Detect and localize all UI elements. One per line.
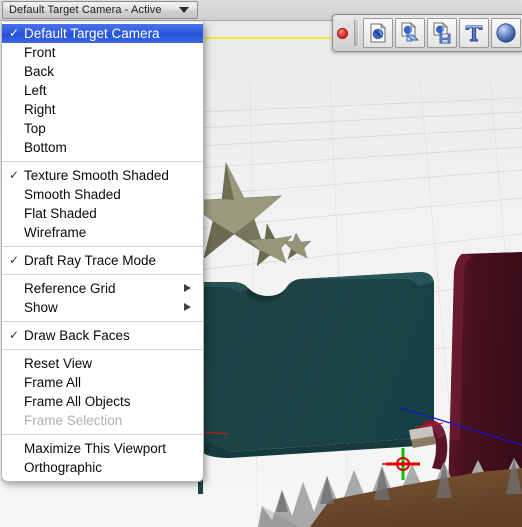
menu-separator <box>2 161 203 162</box>
text-tool-icon <box>465 25 483 42</box>
menu-item-label: Smooth Shaded <box>24 187 121 202</box>
menu-item-orthographic[interactable]: Orthographic <box>2 458 203 477</box>
menu-item-label: Show <box>24 300 58 315</box>
menu-item-label: Back <box>24 64 55 79</box>
submenu-arrow-icon <box>184 303 191 311</box>
floating-toolbar[interactable] <box>332 14 522 52</box>
new-document-button[interactable] <box>363 18 393 48</box>
application-window: Default Target Camera - Active ✓ Default… <box>0 0 522 527</box>
menu-item-label: Draft Ray Trace Mode <box>24 253 157 268</box>
menu-item-label: Right <box>24 102 56 117</box>
menu-item-front[interactable]: Front <box>2 43 203 62</box>
menu-item-smooth-shaded[interactable]: Smooth Shaded <box>2 185 203 204</box>
menu-item-right[interactable]: Right <box>2 100 203 119</box>
checkmark-icon: ✓ <box>8 26 20 40</box>
menu-item-label: Frame All <box>24 375 82 390</box>
menu-item-label: Wireframe <box>24 225 87 240</box>
menu-item-label: Maximize This Viewport <box>24 441 167 456</box>
sphere-primitive-icon <box>496 23 516 43</box>
menu-item-draft-ray-trace-mode[interactable]: ✓ Draft Ray Trace Mode <box>2 251 203 270</box>
menu-item-label: Bottom <box>24 140 67 155</box>
menu-item-label: Frame All Objects <box>24 394 131 409</box>
toolbar-drag-handle[interactable] <box>354 20 359 46</box>
menu-item-wireframe[interactable]: Wireframe <box>2 223 203 242</box>
viewport-camera-dropdown[interactable]: Default Target Camera - Active <box>2 1 198 19</box>
menu-separator <box>2 274 203 275</box>
save-document-icon <box>433 22 451 44</box>
open-document-icon <box>401 22 420 42</box>
checkmark-icon: ✓ <box>8 253 20 267</box>
new-document-icon <box>370 23 386 43</box>
save-document-button[interactable] <box>427 18 457 48</box>
menu-item-flat-shaded[interactable]: Flat Shaded <box>2 204 203 223</box>
menu-separator <box>2 349 203 350</box>
menu-item-frame-all-objects[interactable]: Frame All Objects <box>2 392 203 411</box>
menu-item-show[interactable]: Show <box>2 298 203 317</box>
menu-item-label: Reset View <box>24 356 93 371</box>
menu-item-label: Draw Back Faces <box>24 328 130 343</box>
menu-item-maximize-this-viewport[interactable]: Maximize This Viewport <box>2 439 203 458</box>
menu-item-draw-back-faces[interactable]: ✓ Draw Back Faces <box>2 326 203 345</box>
menu-item-label: Left <box>24 83 47 98</box>
menu-item-label: Frame Selection <box>24 413 123 428</box>
menu-item-texture-smooth-shaded[interactable]: ✓ Texture Smooth Shaded <box>2 166 203 185</box>
checkmark-icon: ✓ <box>8 168 20 182</box>
checkmark-icon: ✓ <box>8 328 20 342</box>
menu-separator <box>2 434 203 435</box>
teal-object <box>198 272 434 458</box>
menu-item-label: Front <box>24 45 56 60</box>
menu-item-label: Orthographic <box>24 460 103 475</box>
sphere-primitive-button[interactable] <box>491 18 521 48</box>
submenu-arrow-icon <box>184 284 191 292</box>
open-document-button[interactable] <box>395 18 425 48</box>
viewport-camera-label: Default Target Camera - Active <box>9 4 162 16</box>
menu-item-frame-selection: Frame Selection <box>2 411 203 430</box>
menu-item-default-target-camera[interactable]: ✓ Default Target Camera <box>2 24 203 43</box>
menu-item-label: Top <box>24 121 46 136</box>
menu-item-label: Flat Shaded <box>24 206 97 221</box>
menu-item-label: Default Target Camera <box>24 26 160 41</box>
close-dot-icon[interactable] <box>337 27 348 39</box>
text-tool-button[interactable] <box>459 18 489 48</box>
menu-item-reference-grid[interactable]: Reference Grid <box>2 279 203 298</box>
menu-item-label: Reference Grid <box>24 281 116 296</box>
camera-dropdown-menu[interactable]: ✓ Default Target Camera Front Back Left Right… <box>1 22 204 482</box>
menu-item-left[interactable]: Left <box>2 81 203 100</box>
menu-item-bottom[interactable]: Bottom <box>2 138 203 157</box>
chevron-down-icon <box>179 7 189 13</box>
menu-separator <box>2 246 203 247</box>
menu-item-reset-view[interactable]: Reset View <box>2 354 203 373</box>
menu-separator <box>2 321 203 322</box>
menu-item-frame-all[interactable]: Frame All <box>2 373 203 392</box>
menu-item-top[interactable]: Top <box>2 119 203 138</box>
menu-item-back[interactable]: Back <box>2 62 203 81</box>
menu-item-label: Texture Smooth Shaded <box>24 168 169 183</box>
